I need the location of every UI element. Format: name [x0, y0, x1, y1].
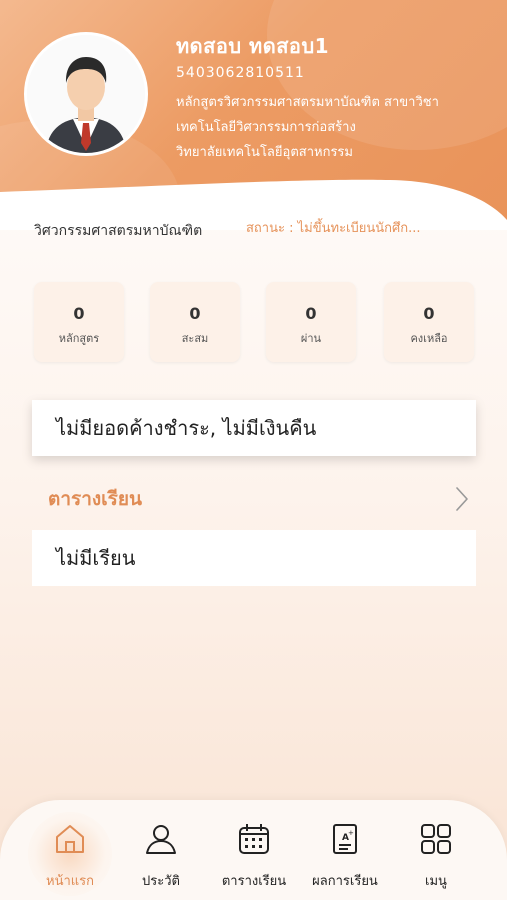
stat-label: ผ่าน: [300, 332, 322, 345]
nav-label: ตารางเรียน: [221, 874, 287, 889]
stat-card-passed: 0 ผ่าน: [266, 282, 356, 362]
calendar-icon: [239, 824, 269, 854]
stat-label: คงเหลือ: [410, 332, 448, 345]
stat-label: สะสม: [181, 332, 209, 345]
user-icon: [146, 825, 176, 854]
home-icon: [56, 825, 84, 853]
stat-card-remaining: 0 คงเหลือ: [384, 282, 474, 362]
stat-value: 0: [423, 304, 435, 323]
avatar: [24, 32, 148, 156]
chevron-right-icon[interactable]: [454, 486, 470, 512]
credit-stats: 0 หลักสูตร 0 สะสม 0 ผ่าน 0 คงเหลือ: [34, 282, 474, 362]
stat-value: 0: [305, 304, 317, 323]
degree-name: วิศวกรรมศาสตรมหาบัณฑิต: [34, 223, 203, 239]
program-line: เทคโนโลยีวิศวกรรมการก่อสร้าง: [176, 120, 356, 135]
nav-label: ผลการเรียน: [312, 874, 378, 889]
schedule-header[interactable]: ตารางเรียน: [32, 478, 476, 522]
schedule-title: ตารางเรียน: [48, 488, 142, 510]
bottom-nav: หน้าแรก ประวัติ ตารางเรียน A + ผลการเรีย…: [0, 800, 507, 900]
student-id: 5403062810511: [176, 65, 305, 81]
nav-profile[interactable]: ประวัติ: [116, 822, 206, 900]
stat-value: 0: [73, 304, 85, 323]
stat-label: หลักสูตร: [58, 332, 100, 345]
nav-home[interactable]: หน้าแรก: [25, 822, 115, 900]
nav-menu[interactable]: เมนู: [391, 822, 481, 900]
profile-header: ทดสอบ ทดสอบ1 5403062810511 หลักสูตรวิศวก…: [0, 0, 507, 230]
student-name: ทดสอบ ทดสอบ1: [176, 34, 330, 58]
nav-label: ประวัติ: [142, 874, 180, 889]
payment-notice-card: ไม่มียอดค้างชำระ, ไม่มีเงินคืน: [32, 400, 476, 456]
program-line: หลักสูตรวิศวกรรมศาสตรมหาบัณฑิต สาขาวิชา: [176, 95, 439, 110]
stat-card-accumulated: 0 สะสม: [150, 282, 240, 362]
grid-menu-icon: [421, 824, 451, 854]
program-line: วิทยาลัยเทคโนโลยีอุตสาหกรรม: [176, 145, 353, 160]
nav-schedule[interactable]: ตารางเรียน: [209, 822, 299, 900]
stat-card-curriculum: 0 หลักสูตร: [34, 282, 124, 362]
nav-grades[interactable]: A + ผลการเรียน: [300, 822, 390, 900]
nav-label: หน้าแรก: [46, 874, 94, 889]
schedule-empty-card: ไม่มีเรียน: [32, 530, 476, 586]
stat-value: 0: [189, 304, 201, 323]
svg-text:+: +: [348, 829, 354, 837]
grade-report-icon: A +: [333, 824, 357, 854]
program-info: หลักสูตรวิศวกรรมศาสตรมหาบัณฑิต สาขาวิชา …: [176, 90, 486, 165]
student-status: สถานะ : ไม่ขึ้นทะเบียนนักศึก...: [246, 221, 421, 236]
nav-label: เมนู: [425, 874, 447, 889]
